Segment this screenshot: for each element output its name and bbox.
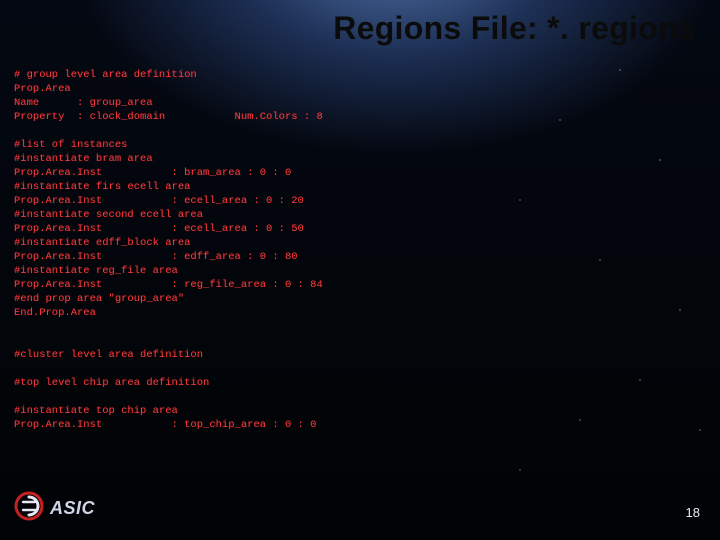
code-listing: # group level area definition Prop.Area … [14,68,474,432]
slide-title: Regions File: *. regions [200,10,696,47]
page-number: 18 [686,505,700,520]
brand-logo: ASIC [14,491,95,526]
logo-text: ASIC [50,498,95,519]
slide-root: Regions File: *. regions # group level a… [0,0,720,540]
logo-easic-icon [14,491,44,526]
